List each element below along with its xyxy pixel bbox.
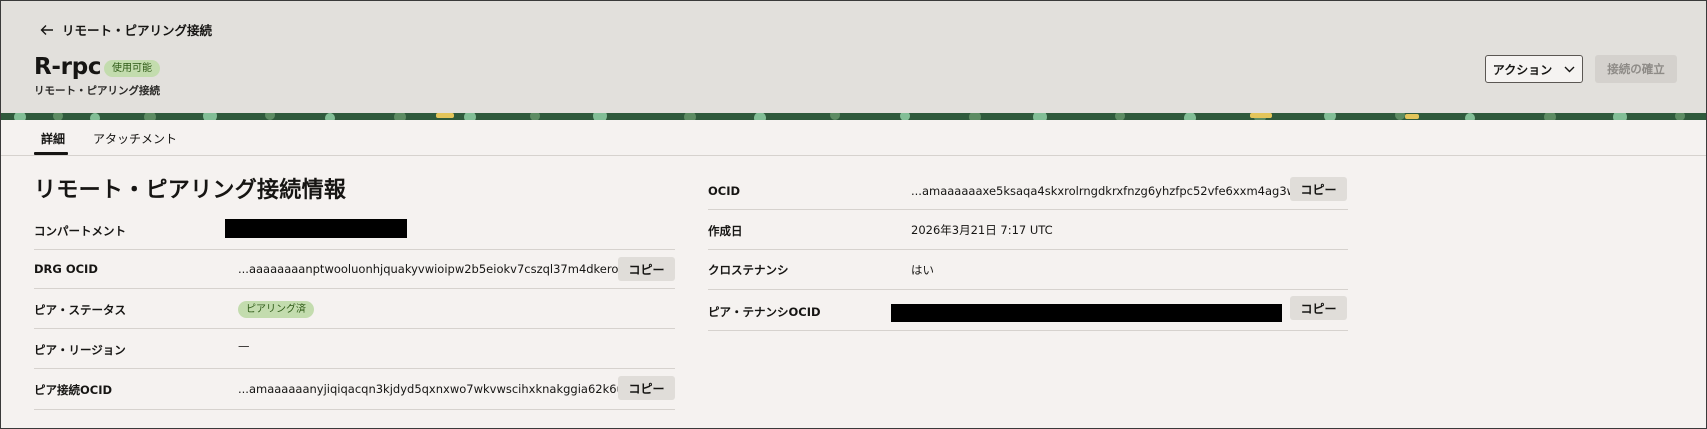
page-title: R-rpc [34, 54, 102, 80]
ocid-label: OCID [708, 184, 741, 198]
establish-connection-button[interactable]: 接続の確立 [1595, 55, 1677, 83]
active-tab-indicator [34, 152, 68, 155]
peer-tenancy-ocid-value-redacted [891, 304, 1282, 322]
ocid-value: ...amaaaaaaxe5ksaqa4skxrolrngdkrxfnzg6yh… [911, 184, 1326, 198]
copy-peer-tenancy-ocid-button[interactable]: コピー [1290, 296, 1347, 320]
peer-connection-ocid-label: ピア接続OCID [34, 383, 113, 397]
peer-region-label: ピア・リージョン [34, 343, 126, 357]
drg-ocid-label: DRG OCID [34, 262, 98, 276]
actions-menu-button[interactable]: アクション [1485, 55, 1583, 83]
tab-details[interactable]: 詳細 [41, 130, 65, 147]
cross-tenancy-label: クロステナンシ [708, 263, 789, 277]
row-divider [708, 249, 1348, 250]
created-date-label: 作成日 [708, 224, 743, 238]
chevron-down-icon [1564, 66, 1575, 72]
peer-status-label: ピア・ステータス [34, 303, 126, 317]
copy-drg-ocid-button[interactable]: コピー [618, 257, 675, 281]
tab-attachments[interactable]: アタッチメント [93, 130, 177, 147]
arrow-left-icon [40, 24, 53, 35]
row-divider [34, 368, 675, 369]
section-title: リモート・ピアリング接続情報 [34, 178, 347, 203]
drg-ocid-value: ...aaaaaaaanptwooluonhjquakyvwioipw2b5ei… [238, 262, 650, 276]
status-badge: 使用可能 [104, 60, 160, 77]
created-date-value: 2026年3月21日 7:17 UTC [911, 223, 1053, 237]
page-subtitle: リモート・ピアリング接続 [34, 85, 160, 97]
decorative-banner [0, 113, 1707, 120]
page-header: リモート・ピアリング接続 R-rpc 使用可能 リモート・ピアリング接続 アクシ… [0, 0, 1707, 114]
actions-menu-label: アクション [1492, 62, 1553, 77]
tab-bar: 詳細 アタッチメント [0, 120, 1707, 156]
peer-tenancy-ocid-label: ピア・テナンシOCID [708, 305, 821, 319]
row-divider [34, 288, 675, 289]
row-divider [708, 289, 1348, 290]
peer-region-value: — [238, 339, 250, 353]
row-divider [708, 330, 1348, 331]
copy-ocid-button[interactable]: コピー [1290, 177, 1347, 201]
row-divider [34, 249, 675, 250]
row-divider [34, 409, 675, 410]
row-divider [34, 328, 675, 329]
copy-peer-connection-ocid-button[interactable]: コピー [618, 376, 675, 400]
cross-tenancy-value: はい [911, 263, 934, 277]
compartment-value-redacted [225, 219, 407, 238]
back-link[interactable]: リモート・ピアリング接続 [40, 20, 212, 39]
back-link-label: リモート・ピアリング接続 [62, 23, 213, 38]
row-divider [708, 209, 1348, 210]
peer-connection-ocid-value: ...amaaaaaanyjiqiqacqn3kjdyd5qxnxwo7wkvw… [238, 382, 651, 396]
peer-status-badge: ピアリング済 [238, 301, 314, 318]
compartment-label: コンパートメント [34, 224, 126, 238]
